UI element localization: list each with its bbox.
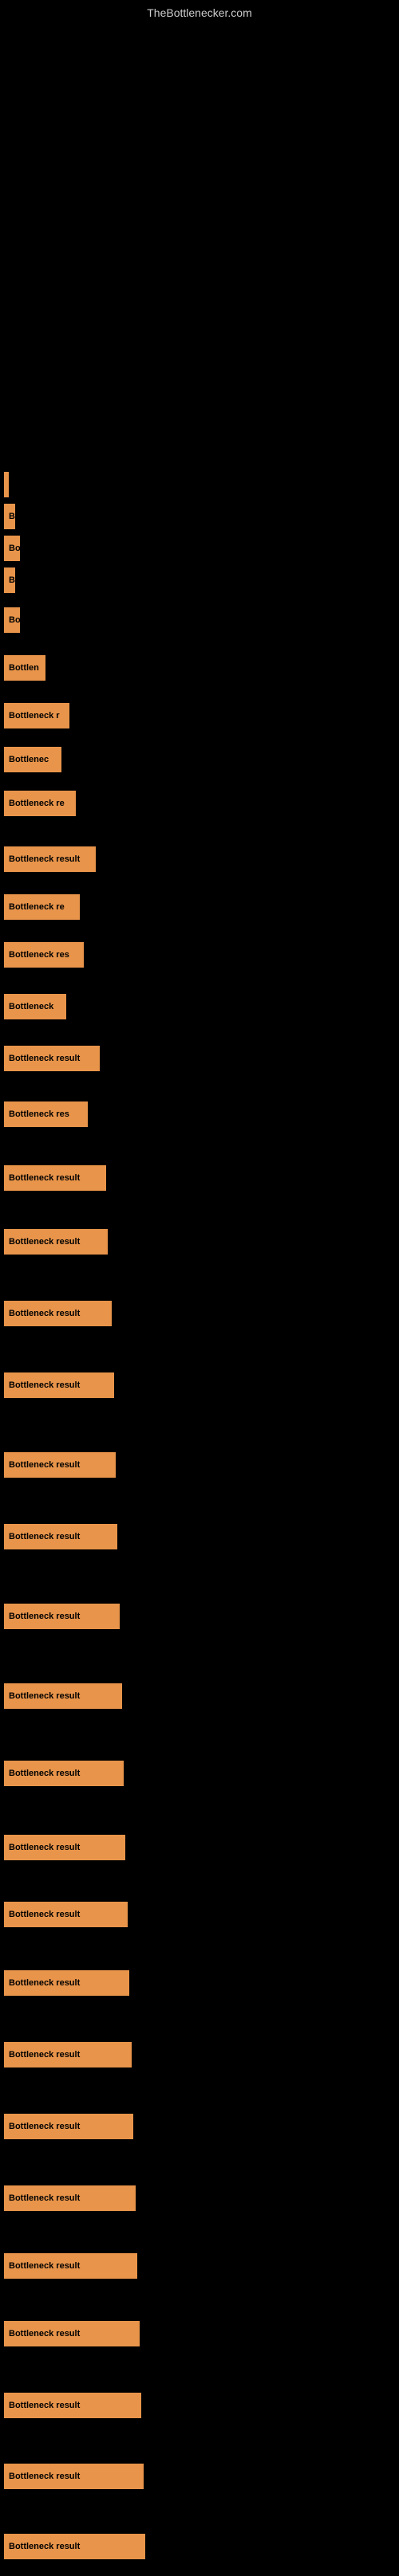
bar: Bottleneck re xyxy=(4,894,80,920)
bar: Bottleneck result xyxy=(4,2114,133,2139)
bar: Bottleneck result xyxy=(4,1970,129,1996)
bar-row: Bottleneck r xyxy=(4,703,69,728)
bar: Bottleneck result xyxy=(4,1902,128,1927)
bar-row: B xyxy=(4,567,15,593)
bar: Bottleneck result xyxy=(4,1165,106,1191)
bars-wrapper: B Bo B Bo Bottlen Bottleneck r Bottlenec Bottle… xyxy=(0,26,399,2576)
bar: B xyxy=(4,567,15,593)
bar-row: Bo xyxy=(4,607,20,633)
site-title-container: TheBottlenecker.com xyxy=(0,0,399,26)
bar: Bottleneck re xyxy=(4,791,76,816)
bar-row: Bottleneck re xyxy=(4,894,80,920)
bar-row: Bottleneck result xyxy=(4,846,96,872)
bar-row: Bottleneck result xyxy=(4,1604,120,1629)
bar-row: Bottleneck result xyxy=(4,2042,132,2067)
bar-row: Bottleneck result xyxy=(4,1301,112,1326)
bar: Bottleneck result xyxy=(4,1372,114,1398)
bar-row: Bottleneck result xyxy=(4,1683,122,1709)
bar: Bottleneck result xyxy=(4,2185,136,2211)
bar: Bottleneck result xyxy=(4,2042,132,2067)
bar: Bottleneck result xyxy=(4,1835,125,1860)
bar: Bottleneck result xyxy=(4,1046,100,1071)
bar: Bo xyxy=(4,607,20,633)
bar-row: Bottleneck re xyxy=(4,791,76,816)
bar-row: Bottleneck result xyxy=(4,2253,137,2279)
bar-row: Bottleneck result xyxy=(4,1835,125,1860)
bar: Bottleneck xyxy=(4,994,66,1019)
bar: Bottleneck result xyxy=(4,1229,108,1255)
bar: Bottleneck res xyxy=(4,942,84,968)
bar: Bottleneck result xyxy=(4,1301,112,1326)
bar-row: Bottleneck result xyxy=(4,2534,145,2559)
bar-row: Bottleneck res xyxy=(4,1101,88,1127)
bar-row: Bottleneck result xyxy=(4,1970,129,1996)
bar-row: Bottlen xyxy=(4,655,45,681)
site-title: TheBottlenecker.com xyxy=(0,0,399,26)
bar: Bottleneck result xyxy=(4,2534,145,2559)
bar-row: Bottleneck result xyxy=(4,1524,117,1549)
bar: Bottleneck result xyxy=(4,2253,137,2279)
bar-row: Bottleneck result xyxy=(4,1229,108,1255)
bar: Bottleneck result xyxy=(4,2464,144,2489)
bar-row: Bottleneck result xyxy=(4,1165,106,1191)
bar: Bottleneck result xyxy=(4,2393,141,2418)
bar-row: Bo xyxy=(4,536,20,561)
bar: Bottlenec xyxy=(4,747,61,772)
bar-row: Bottleneck result xyxy=(4,1046,100,1071)
bar xyxy=(4,472,9,497)
bar: Bottleneck result xyxy=(4,1683,122,1709)
bar-row: Bottleneck result xyxy=(4,1452,116,1478)
bar-row: Bottleneck result xyxy=(4,1902,128,1927)
bar: Bo xyxy=(4,536,20,561)
bar: Bottleneck result xyxy=(4,1761,124,1786)
bar-row: Bottleneck result xyxy=(4,2393,141,2418)
bar: Bottleneck result xyxy=(4,2321,140,2346)
bar-row: Bottleneck result xyxy=(4,1761,124,1786)
bar-row: Bottleneck xyxy=(4,994,66,1019)
bar: Bottleneck r xyxy=(4,703,69,728)
bar: Bottleneck result xyxy=(4,1452,116,1478)
bar-row: Bottleneck result xyxy=(4,1372,114,1398)
bar: Bottleneck result xyxy=(4,1604,120,1629)
bar: Bottleneck res xyxy=(4,1101,88,1127)
bar-row: Bottleneck res xyxy=(4,942,84,968)
bar: Bottleneck result xyxy=(4,846,96,872)
bar-row: Bottlenec xyxy=(4,747,61,772)
bar-row: Bottleneck result xyxy=(4,2185,136,2211)
bar: B xyxy=(4,504,15,529)
bar-row: Bottleneck result xyxy=(4,2321,140,2346)
bar-row: B xyxy=(4,504,15,529)
bar: Bottleneck result xyxy=(4,1524,117,1549)
bar: Bottlen xyxy=(4,655,45,681)
bar-row xyxy=(4,472,9,497)
bar-row: Bottleneck result xyxy=(4,2464,144,2489)
bar-row: Bottleneck result xyxy=(4,2114,133,2139)
